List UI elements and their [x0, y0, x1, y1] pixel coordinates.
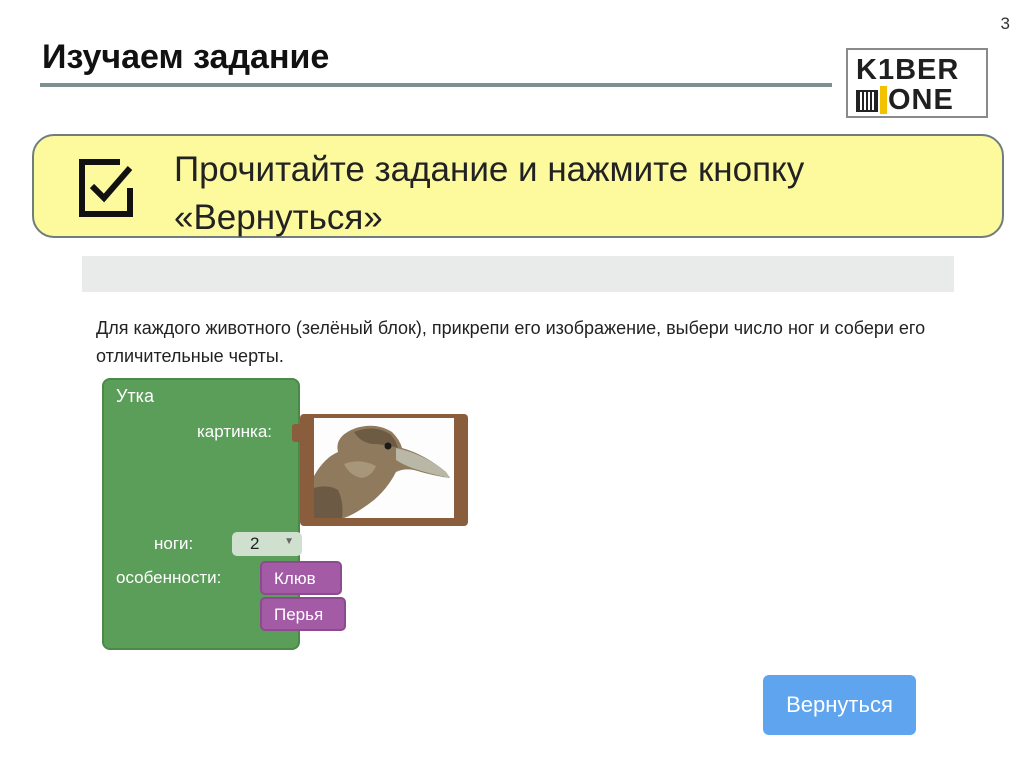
task-screenshot: Для каждого животного (зелёный блок), пр…: [82, 256, 954, 756]
slide-number: 3: [1000, 14, 1010, 33]
feature-label: Перья: [274, 605, 324, 624]
qr-code-icon: [856, 90, 878, 112]
task-header-bar: [82, 256, 954, 292]
feature-label: Клюв: [274, 569, 316, 588]
logo-line1: K1BER: [856, 54, 960, 86]
return-button[interactable]: Вернуться: [763, 675, 916, 735]
legs-value: 2: [250, 534, 260, 553]
feature-block-feathers[interactable]: Перья: [260, 597, 346, 631]
picture-block[interactable]: [292, 414, 468, 526]
kiberone-logo: K1BER ONE: [846, 48, 988, 118]
logo-line2: ONE: [888, 84, 954, 116]
title-divider: [40, 83, 832, 87]
feature-block-beak[interactable]: Клюв: [260, 561, 342, 595]
instruction-callout: Прочитайте задание и нажмите кнопку «Вер…: [32, 134, 1004, 238]
instruction-line1: Прочитайте задание и нажмите кнопку: [174, 150, 805, 189]
duck-image: [314, 418, 454, 518]
features-label: особенности:: [116, 568, 222, 587]
animal-name: Утка: [116, 386, 154, 406]
legs-dropdown[interactable]: 2 ▼: [232, 532, 302, 556]
chevron-down-icon: ▼: [284, 536, 294, 547]
instruction-text: Прочитайте задание и нажмите кнопку «Вер…: [174, 146, 954, 242]
legs-label: ноги:: [154, 534, 194, 553]
slide-title: Изучаем задание: [42, 38, 330, 76]
instruction-line2: «Вернуться»: [174, 198, 383, 237]
task-description: Для каждого животного (зелёный блок), пр…: [96, 318, 926, 366]
checkbox-check-icon: [79, 159, 133, 217]
logo-accent: [880, 86, 887, 114]
duck-illustration: [314, 418, 454, 518]
block-connector: [292, 424, 304, 442]
picture-label: картинка:: [196, 422, 272, 441]
